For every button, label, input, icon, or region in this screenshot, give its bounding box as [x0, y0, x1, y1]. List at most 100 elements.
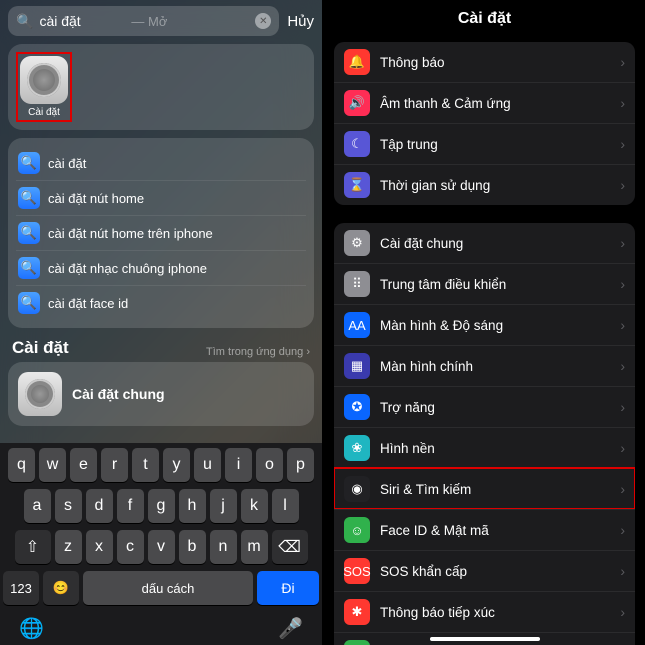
- settings-row[interactable]: ☺Face ID & Mật mã›: [334, 509, 635, 550]
- search-icon: 🔍: [16, 13, 33, 30]
- section-hint[interactable]: Tìm trong ứng dụng ›: [206, 346, 310, 358]
- key-f[interactable]: f: [117, 489, 144, 523]
- key-b[interactable]: b: [179, 530, 206, 564]
- key-q[interactable]: q: [8, 448, 35, 482]
- chevron-right-icon: ›: [620, 235, 625, 251]
- row-label: Thời gian sử dụng: [380, 178, 620, 193]
- key-a[interactable]: a: [24, 489, 51, 523]
- key-w[interactable]: w: [39, 448, 66, 482]
- suggestion-text: cài đặt nút home trên iphone: [48, 226, 213, 241]
- chevron-right-icon: ›: [620, 481, 625, 497]
- settings-row[interactable]: AAMàn hình & Độ sáng›: [334, 304, 635, 345]
- key-x[interactable]: x: [86, 530, 113, 564]
- search-input[interactable]: 🔍 cài đặt — Mở ✕: [8, 6, 279, 36]
- row-label: Màn hình & Độ sáng: [380, 318, 620, 333]
- result-row[interactable]: Cài đặt chung: [8, 362, 314, 426]
- row-label: Màn hình chính: [380, 359, 620, 374]
- key-k[interactable]: k: [241, 489, 268, 523]
- chevron-right-icon: ›: [620, 522, 625, 538]
- clear-icon[interactable]: ✕: [255, 13, 271, 29]
- key-o[interactable]: o: [256, 448, 283, 482]
- settings-row[interactable]: 🔔Thông báo›: [334, 42, 635, 82]
- row-icon: ▦: [344, 353, 370, 379]
- globe-icon[interactable]: 🌐: [19, 616, 44, 641]
- key-delete[interactable]: ⌫: [272, 530, 308, 564]
- page-title: Cài đặt: [324, 0, 645, 42]
- settings-group: 🔔Thông báo›🔊Âm thanh & Cảm ứng›☾Tập trun…: [334, 42, 635, 205]
- settings-row[interactable]: ☾Tập trung›: [334, 123, 635, 164]
- settings-row[interactable]: ▦Màn hình chính›: [334, 345, 635, 386]
- suggestion-text: cài đặt nhạc chuông iphone: [48, 261, 207, 276]
- settings-screen: Cài đặt 🔔Thông báo›🔊Âm thanh & Cảm ứng›☾…: [324, 0, 645, 645]
- mic-icon[interactable]: 🎤: [278, 616, 303, 641]
- key-m[interactable]: m: [241, 530, 268, 564]
- row-icon: ▮: [344, 640, 370, 645]
- spotlight-search-screen: 🔍 cài đặt — Mở ✕ Hủy Cài đặt 🔍cài đặt🔍cà…: [0, 0, 322, 645]
- settings-row[interactable]: ⚙Cài đặt chung›: [334, 223, 635, 263]
- key-space[interactable]: dấu cách: [83, 571, 253, 605]
- search-icon: 🔍: [18, 187, 40, 209]
- key-l[interactable]: l: [272, 489, 299, 523]
- settings-row[interactable]: ❀ Hình nền›: [334, 427, 635, 468]
- settings-row[interactable]: ✱Thông báo tiếp xúc›: [334, 591, 635, 632]
- settings-row[interactable]: ⌛Thời gian sử dụng›: [334, 164, 635, 205]
- search-icon: 🔍: [18, 292, 40, 314]
- key-s[interactable]: s: [55, 489, 82, 523]
- key-p[interactable]: p: [287, 448, 314, 482]
- key-g[interactable]: g: [148, 489, 175, 523]
- key-numbers[interactable]: 123: [3, 571, 39, 605]
- key-shift[interactable]: ⇧: [15, 530, 51, 564]
- settings-icon: [20, 56, 68, 104]
- row-label: Siri & Tìm kiếm: [380, 482, 620, 497]
- row-label: Hình nền: [380, 441, 620, 456]
- keyboard: qwertyuiop asdfghjkl ⇧zxcvbnm⌫ 123 😊 dấu…: [0, 443, 322, 645]
- chevron-right-icon: ›: [620, 563, 625, 579]
- key-y[interactable]: y: [163, 448, 190, 482]
- key-r[interactable]: r: [101, 448, 128, 482]
- row-icon: 🔊: [344, 90, 370, 116]
- settings-row[interactable]: ⠿Trung tâm điều khiển›: [334, 263, 635, 304]
- settings-row[interactable]: ✪Trợ năng›: [334, 386, 635, 427]
- suggestion-row[interactable]: 🔍 cài đặt face id: [16, 285, 306, 320]
- settings-row[interactable]: SOSSOS khẩn cấp›: [334, 550, 635, 591]
- key-n[interactable]: n: [210, 530, 237, 564]
- key-h[interactable]: h: [179, 489, 206, 523]
- row-label: Cài đặt chung: [380, 236, 620, 251]
- suggestions-card: 🔍cài đặt🔍cài đặt nút home🔍cài đặt nút ho…: [8, 138, 314, 328]
- row-label: SOS khẩn cấp: [380, 564, 620, 579]
- suggestion-row[interactable]: 🔍cài đặt nút home: [16, 180, 306, 215]
- key-j[interactable]: j: [210, 489, 237, 523]
- search-icon: 🔍: [18, 257, 40, 279]
- home-indicator[interactable]: [430, 637, 540, 641]
- settings-row[interactable]: ◉Siri & Tìm kiếm›: [334, 468, 635, 509]
- chevron-right-icon: ›: [620, 440, 625, 456]
- row-label: Face ID & Mật mã: [380, 523, 620, 538]
- key-u[interactable]: u: [194, 448, 221, 482]
- app-tile-label: Cài đặt: [20, 107, 68, 118]
- key-i[interactable]: i: [225, 448, 252, 482]
- key-c[interactable]: c: [117, 530, 144, 564]
- app-tile-settings[interactable]: Cài đặt: [16, 52, 72, 122]
- row-label: Trợ năng: [380, 400, 620, 415]
- key-return[interactable]: Đi: [257, 571, 319, 605]
- cancel-button[interactable]: Hủy: [287, 13, 314, 30]
- row-label: Thông báo: [380, 55, 620, 70]
- row-icon: AA: [344, 312, 370, 338]
- chevron-right-icon: ›: [620, 136, 625, 152]
- emoji-icon[interactable]: 😊: [43, 571, 79, 605]
- key-d[interactable]: d: [86, 489, 113, 523]
- key-t[interactable]: t: [132, 448, 159, 482]
- key-z[interactable]: z: [55, 530, 82, 564]
- suggestion-text: cài đặt face id: [48, 296, 128, 311]
- row-icon: ❀: [344, 435, 370, 461]
- row-icon: ☾: [344, 131, 370, 157]
- chevron-right-icon: ›: [620, 399, 625, 415]
- settings-row[interactable]: 🔊Âm thanh & Cảm ứng›: [334, 82, 635, 123]
- row-icon: ⠿: [344, 271, 370, 297]
- key-e[interactable]: e: [70, 448, 97, 482]
- suggestion-row[interactable]: 🔍cài đặt nút home trên iphone: [16, 215, 306, 250]
- key-v[interactable]: v: [148, 530, 175, 564]
- search-query: cài đặt: [39, 13, 127, 29]
- suggestion-row[interactable]: 🔍cài đặt: [16, 146, 306, 180]
- suggestion-row[interactable]: 🔍 cài đặt nhạc chuông iphone: [16, 250, 306, 285]
